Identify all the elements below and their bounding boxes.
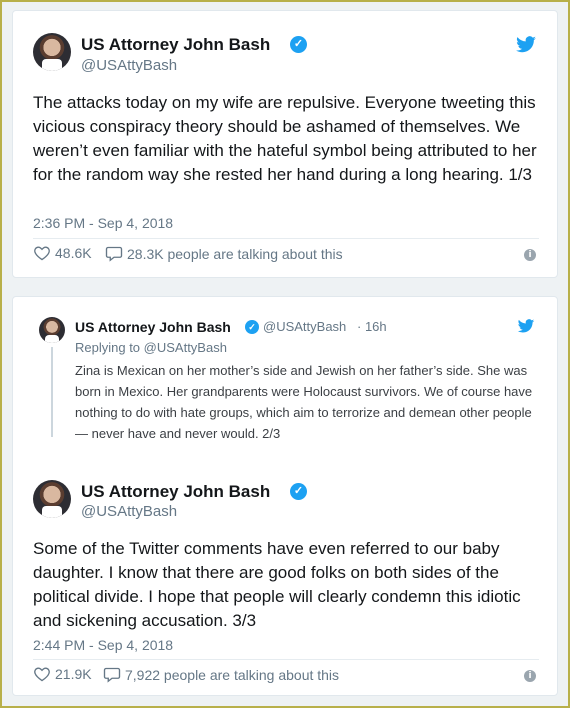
timestamp[interactable]: 2:36 PM - Sep 4, 2018 — [33, 215, 173, 231]
avatar[interactable] — [33, 33, 71, 71]
timestamp[interactable]: 2:44 PM - Sep 4, 2018 — [33, 637, 173, 653]
like-count: 21.9K — [55, 666, 92, 682]
author-handle[interactable]: @USAttyBash — [81, 57, 177, 74]
talking-stat[interactable]: 28.3K people are talking about this — [105, 245, 343, 262]
talking-stat[interactable]: 7,922 people are talking about this — [103, 666, 339, 683]
tweet-card-1[interactable]: US Attorney John Bash ✓ @USAttyBash The … — [12, 10, 558, 278]
tweet-text: The attacks today on my wife are repulsi… — [33, 93, 537, 184]
info-icon[interactable]: i — [524, 249, 536, 261]
info-icon[interactable]: i — [524, 670, 536, 682]
author-name[interactable]: US Attorney John Bash — [81, 35, 270, 55]
reply-time[interactable]: · 16h — [357, 319, 387, 334]
twitter-bird-icon[interactable] — [515, 36, 537, 54]
tweet-text: Some of the Twitter comments have even r… — [33, 539, 521, 630]
like-stat[interactable]: 48.6K — [33, 245, 92, 261]
comment-icon — [105, 246, 123, 262]
thread-line — [51, 347, 53, 437]
reply-author-name[interactable]: US Attorney John Bash — [75, 319, 231, 335]
heart-icon — [34, 667, 50, 682]
like-count: 48.6K — [55, 245, 92, 261]
divider — [33, 238, 539, 239]
verified-icon: ✓ — [290, 483, 307, 500]
replying-to[interactable]: Replying to @USAttyBash — [75, 340, 227, 355]
reply-avatar[interactable] — [39, 317, 65, 343]
tweet-card-2[interactable]: US Attorney John Bash ✓ @USAttyBash · 16… — [12, 296, 558, 696]
verified-icon: ✓ — [290, 36, 307, 53]
author-name[interactable]: US Attorney John Bash — [81, 482, 270, 502]
avatar[interactable] — [33, 480, 71, 518]
reply-handle[interactable]: @USAttyBash — [263, 319, 346, 334]
verified-icon: ✓ — [245, 320, 259, 334]
talking-count: 7,922 people are talking about this — [125, 666, 340, 683]
heart-icon — [34, 246, 50, 261]
author-handle[interactable]: @USAttyBash — [81, 503, 177, 520]
comment-icon — [103, 667, 121, 683]
divider — [33, 659, 539, 660]
twitter-bird-icon[interactable] — [517, 319, 535, 334]
like-stat[interactable]: 21.9K — [33, 666, 92, 682]
reply-text: Zina is Mexican on her mother’s side and… — [75, 363, 533, 441]
talking-count: 28.3K people are talking about this — [127, 245, 343, 262]
